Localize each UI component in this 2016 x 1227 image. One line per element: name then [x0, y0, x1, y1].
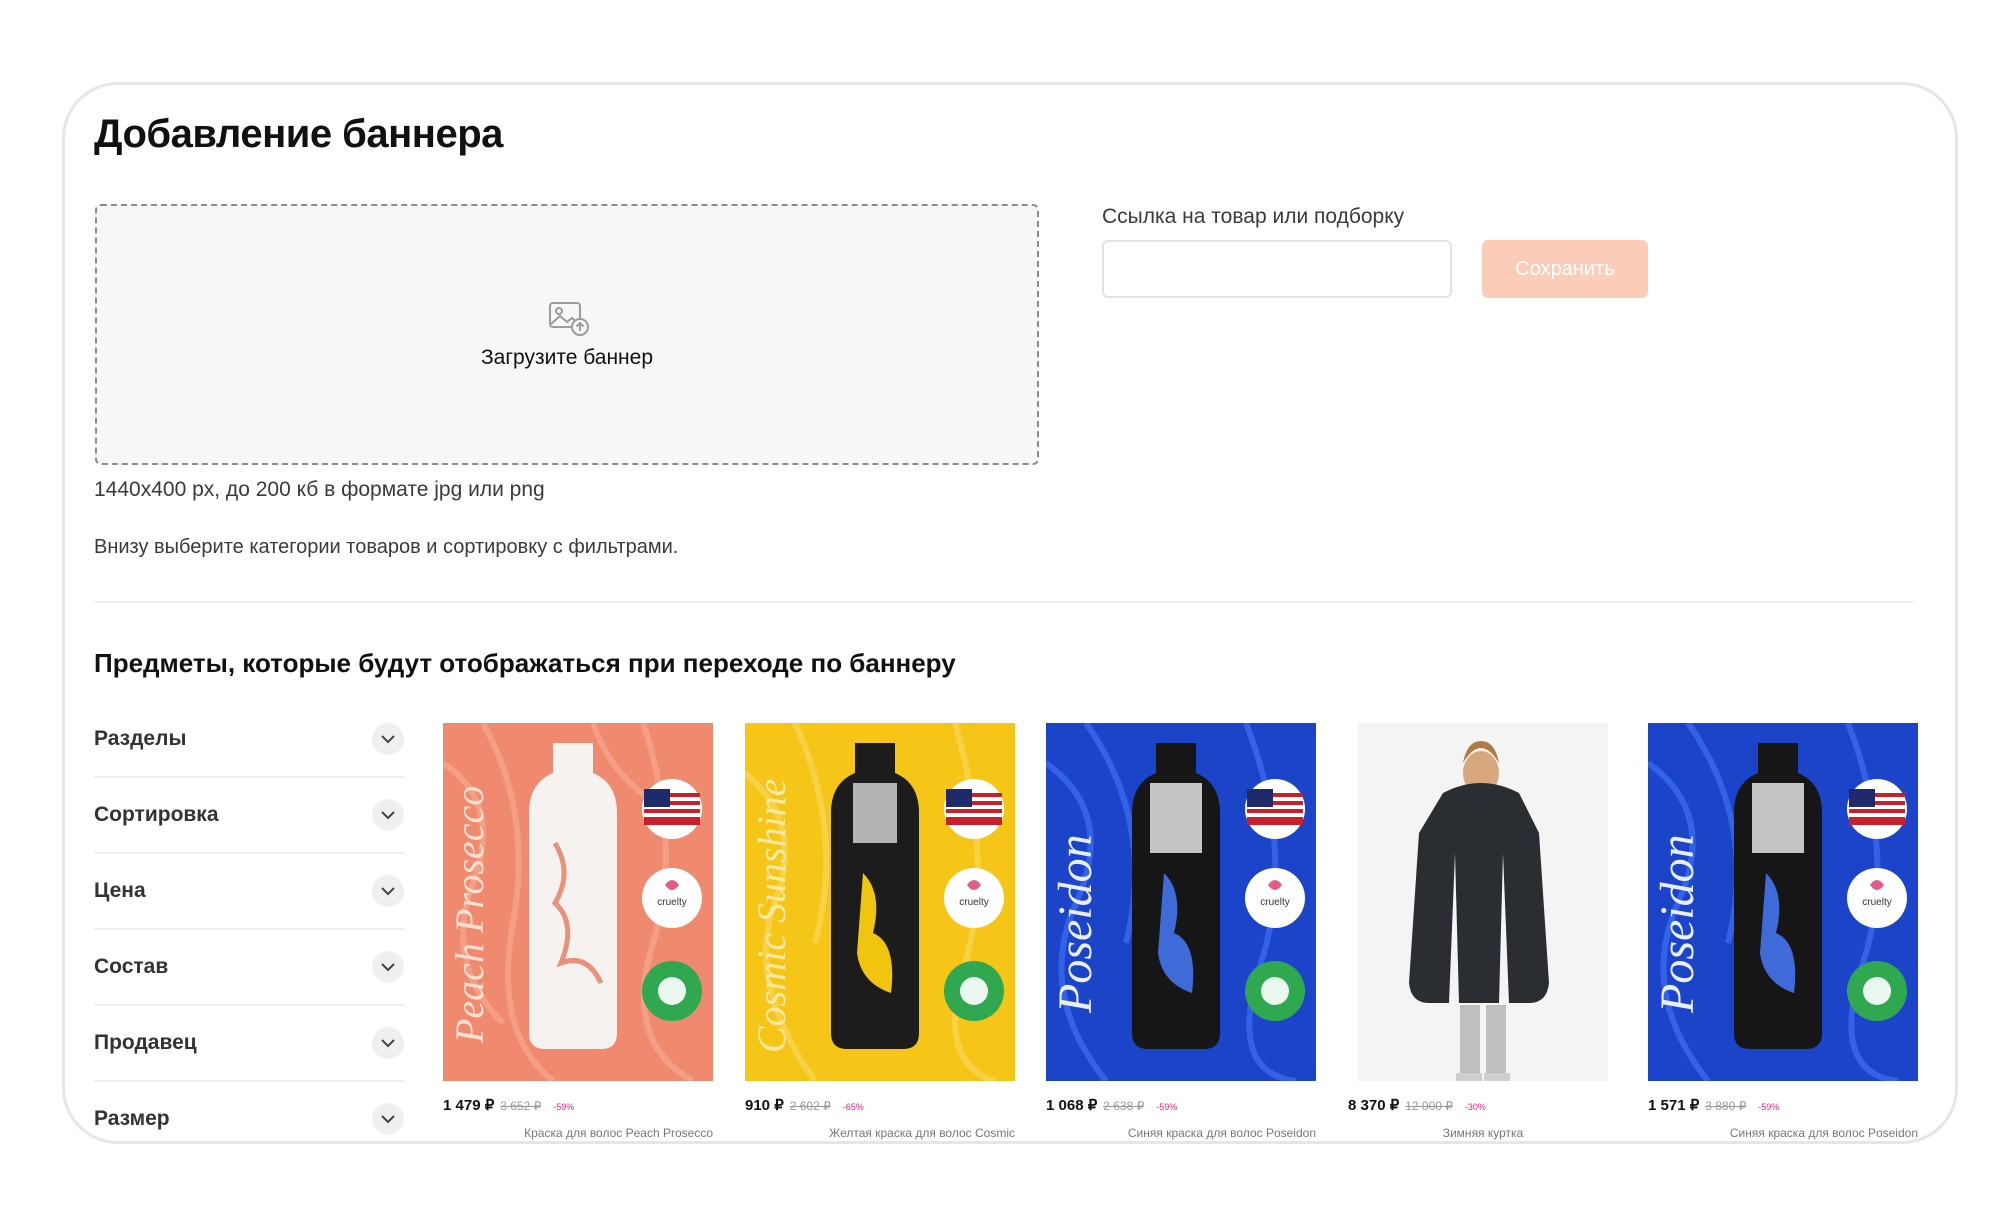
- product-card[interactable]: Poseidon cruelty 1 571 ₽ 3 880 ₽ -59% Синя…: [1646, 721, 1918, 1140]
- product-name: Синяя краска для волос Poseidon: [1729, 1126, 1918, 1140]
- product-discount: -59%: [1758, 1102, 1780, 1112]
- product-image: Poseidon cruelty: [1646, 721, 1918, 1084]
- chevron-down-icon[interactable]: [372, 1103, 404, 1135]
- upload-label: Загрузите баннер: [481, 346, 653, 369]
- svg-text:cruelty: cruelty: [1862, 897, 1891, 908]
- product-price-row: 910 ₽ 2 602 ₽ -65%: [745, 1096, 864, 1115]
- filter-label: Размер: [94, 1107, 170, 1130]
- svg-text:cruelty: cruelty: [657, 897, 686, 908]
- product-price: 8 370 ₽: [1348, 1097, 1400, 1114]
- product-discount: -59%: [553, 1102, 575, 1112]
- page-title: Добавление баннера: [94, 112, 503, 156]
- product-price-row: 1 068 ₽ 2 638 ₽ -59%: [1046, 1096, 1177, 1115]
- product-image: [1348, 723, 1618, 1081]
- product-old-price: 2 638 ₽: [1103, 1099, 1145, 1113]
- product-card[interactable]: 8 370 ₽ 12 000 ₽ -30% Зимняя куртка: [1348, 723, 1618, 1140]
- product-bottle-text: Peach Prosecco: [447, 786, 492, 1044]
- filter-size[interactable]: Размер: [94, 1082, 404, 1156]
- product-name: Зимняя куртка: [1442, 1126, 1524, 1140]
- product-bottle-text: Poseidon: [1049, 834, 1102, 1014]
- product-price: 910 ₽: [745, 1097, 784, 1114]
- section-title: Предметы, которые будут отображаться при…: [94, 648, 956, 678]
- chevron-down-icon[interactable]: [372, 723, 404, 755]
- product-old-price: 3 652 ₽: [500, 1099, 542, 1113]
- product-price-row: 1 571 ₽ 3 880 ₽ -59%: [1648, 1096, 1779, 1115]
- svg-text:cruelty: cruelty: [959, 897, 988, 908]
- product-price: 1 571 ₽: [1648, 1097, 1700, 1114]
- product-discount: -59%: [1156, 1102, 1178, 1112]
- upload-size-hint: 1440х400 px, до 200 кб в формате jpg или…: [94, 478, 545, 501]
- chevron-down-icon[interactable]: [372, 951, 404, 983]
- product-card[interactable]: Poseidon cruelty 1 068 ₽ 2 638 ₽ -59% Синя…: [1044, 721, 1316, 1140]
- product-discount: -30%: [1464, 1102, 1486, 1112]
- product-discount: -65%: [842, 1102, 864, 1112]
- filters-list: Разделы Сортировка Цена Состав Продавец …: [94, 702, 404, 1156]
- product-card[interactable]: Peach Prosecco cruelty 1 479 ₽ 3 652 ₽ -59…: [441, 721, 713, 1140]
- banner-upload-dropzone[interactable]: Загрузите баннер: [95, 204, 1039, 465]
- product-card[interactable]: Cosmic Sunshine cruelty 910 ₽ 2 602 ₽ -65%…: [743, 721, 1015, 1140]
- chevron-down-icon[interactable]: [372, 799, 404, 831]
- product-price-row: 8 370 ₽ 12 000 ₽ -30%: [1348, 1096, 1486, 1115]
- product-old-price: 12 000 ₽: [1405, 1099, 1453, 1113]
- product-name: Краска для волос Peach Prosecco: [524, 1126, 713, 1140]
- product-bottle-text: Cosmic Sunshine: [749, 779, 794, 1053]
- section-divider: [94, 601, 1914, 603]
- filter-composition[interactable]: Состав: [94, 930, 404, 1006]
- product-price-row: 1 479 ₽ 3 652 ₽ -59%: [443, 1096, 574, 1115]
- link-field-label: Ссылка на товар или подборку: [1102, 205, 1405, 228]
- product-image: Cosmic Sunshine cruelty: [743, 721, 1015, 1084]
- product-price: 1 479 ₽: [443, 1097, 495, 1114]
- product-name: Синяя краска для волос Poseidon: [1127, 1126, 1316, 1140]
- product-price: 1 068 ₽: [1046, 1097, 1098, 1114]
- product-bottle-text: Poseidon: [1651, 834, 1704, 1014]
- product-old-price: 2 602 ₽: [789, 1099, 831, 1113]
- image-upload-icon: [549, 302, 589, 336]
- chevron-down-icon[interactable]: [372, 1027, 404, 1059]
- svg-text:cruelty: cruelty: [1260, 897, 1289, 908]
- filter-label: Сортировка: [94, 803, 219, 826]
- filter-label: Состав: [94, 955, 169, 978]
- product-image: Peach Prosecco cruelty: [441, 721, 713, 1084]
- save-button[interactable]: Сохранить: [1482, 240, 1648, 298]
- filter-label: Продавец: [94, 1031, 197, 1054]
- product-grid: Peach Prosecco cruelty 1 479 ₽ 3 652 ₽ -59…: [441, 721, 1918, 1163]
- filter-sorting[interactable]: Сортировка: [94, 778, 404, 854]
- link-input[interactable]: [1102, 240, 1452, 298]
- filter-label: Разделы: [94, 727, 187, 750]
- categories-hint: Внизу выберите категории товаров и сорти…: [94, 536, 679, 558]
- product-image: Poseidon cruelty: [1044, 721, 1316, 1084]
- chevron-down-icon[interactable]: [372, 875, 404, 907]
- filter-sections[interactable]: Разделы: [94, 702, 404, 778]
- filter-label: Цена: [94, 879, 146, 902]
- product-name: Желтая краска для волос Cosmic: [829, 1126, 1015, 1140]
- product-old-price: 3 880 ₽: [1705, 1099, 1747, 1113]
- filter-price[interactable]: Цена: [94, 854, 404, 930]
- filter-seller[interactable]: Продавец: [94, 1006, 404, 1082]
